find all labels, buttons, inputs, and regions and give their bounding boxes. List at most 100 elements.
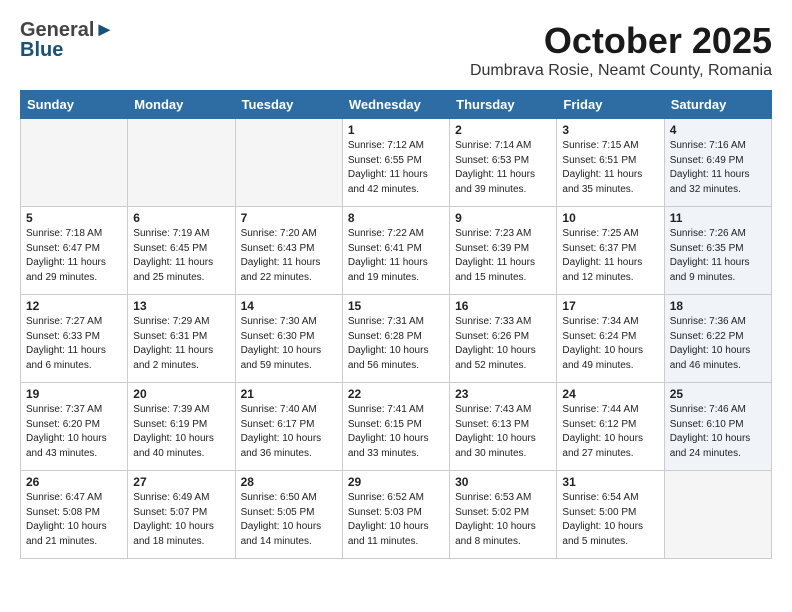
day-cell: 30 Sunrise: 6:53 AM Sunset: 5:02 PM Dayli… xyxy=(450,471,557,559)
day-cell: 4 Sunrise: 7:16 AM Sunset: 6:49 PM Daylig… xyxy=(664,119,771,207)
day-info: Sunrise: 7:46 AM Sunset: 6:10 PM Dayligh… xyxy=(670,403,766,461)
day-number: 24 xyxy=(562,387,658,401)
day-info: Sunrise: 7:22 AM Sunset: 6:41 PM Dayligh… xyxy=(348,227,444,285)
day-number: 12 xyxy=(26,299,122,313)
day-number: 23 xyxy=(455,387,551,401)
day-cell: 10Sunrise: 7:25 AM Sunset: 6:37 PM Dayli… xyxy=(557,207,664,295)
day-number: 5 xyxy=(26,211,122,225)
day-number: 13 xyxy=(133,299,229,313)
day-cell: 11 Sunrise: 7:26 AM Sunset: 6:35 PM Dayli… xyxy=(664,207,771,295)
day-info: Sunrise: 6:53 AM Sunset: 5:02 PM Dayligh… xyxy=(455,491,551,549)
day-cell: 22 Sunrise: 7:41 AM Sunset: 6:15 PM Dayli… xyxy=(342,383,449,471)
day-info: Sunrise: 7:12 AM Sunset: 6:55 PM Dayligh… xyxy=(348,139,444,197)
day-info: Sunrise: 7:15 AM Sunset: 6:51 PM Dayligh… xyxy=(562,139,658,197)
day-cell: 2 Sunrise: 7:14 AM Sunset: 6:53 PM Daylig… xyxy=(450,119,557,207)
day-info: Sunrise: 7:14 AM Sunset: 6:53 PM Dayligh… xyxy=(455,139,551,197)
col-tuesday: Tuesday xyxy=(235,91,342,119)
day-info: Sunrise: 7:23 AM Sunset: 6:39 PM Dayligh… xyxy=(455,227,551,285)
day-cell: 6 Sunrise: 7:19 AM Sunset: 6:45 PM Daylig… xyxy=(128,207,235,295)
day-info: Sunrise: 7:26 AM Sunset: 6:35 PM Dayligh… xyxy=(670,227,766,285)
day-cell: 21Sunrise: 7:40 AM Sunset: 6:17 PM Dayli… xyxy=(235,383,342,471)
day-info: Sunrise: 7:33 AM Sunset: 6:26 PM Dayligh… xyxy=(455,315,551,373)
col-saturday: Saturday xyxy=(664,91,771,119)
day-number: 30 xyxy=(455,475,551,489)
logo-blue: Blue xyxy=(20,40,114,60)
header-row: SundayMondayTuesdayWednesdayThursdayFrid… xyxy=(21,91,772,119)
day-number: 25 xyxy=(670,387,766,401)
day-info: Sunrise: 7:29 AM Sunset: 6:31 PM Dayligh… xyxy=(133,315,229,373)
day-cell: 26Sunrise: 6:47 AM Sunset: 5:08 PM Dayli… xyxy=(21,471,128,559)
day-cell: 1Sunrise: 7:12 AM Sunset: 6:55 PM Daylig… xyxy=(342,119,449,207)
week-row-1: 1Sunrise: 7:12 AM Sunset: 6:55 PM Daylig… xyxy=(21,119,772,207)
day-number: 4 xyxy=(670,123,766,137)
day-cell: 15 Sunrise: 7:31 AM Sunset: 6:28 PM Dayli… xyxy=(342,295,449,383)
day-info: Sunrise: 7:25 AM Sunset: 6:37 PM Dayligh… xyxy=(562,227,658,285)
day-info: Sunrise: 6:49 AM Sunset: 5:07 PM Dayligh… xyxy=(133,491,229,549)
title-area: October 2025 Dumbrava Rosie, Neamt Count… xyxy=(470,20,772,80)
day-info: Sunrise: 7:34 AM Sunset: 6:24 PM Dayligh… xyxy=(562,315,658,373)
col-wednesday: Wednesday xyxy=(342,91,449,119)
header: General► Blue October 2025 Dumbrava Rosi… xyxy=(20,20,772,80)
day-cell: 23 Sunrise: 7:43 AM Sunset: 6:13 PM Dayli… xyxy=(450,383,557,471)
day-info: Sunrise: 7:30 AM Sunset: 6:30 PM Dayligh… xyxy=(241,315,337,373)
week-row-5: 26Sunrise: 6:47 AM Sunset: 5:08 PM Dayli… xyxy=(21,471,772,559)
logo-general: General► xyxy=(20,20,114,40)
day-number: 16 xyxy=(455,299,551,313)
day-cell: 25 Sunrise: 7:46 AM Sunset: 6:10 PM Dayli… xyxy=(664,383,771,471)
day-number: 8 xyxy=(348,211,444,225)
day-info: Sunrise: 6:47 AM Sunset: 5:08 PM Dayligh… xyxy=(26,491,122,549)
day-cell: 28Sunrise: 6:50 AM Sunset: 5:05 PM Dayli… xyxy=(235,471,342,559)
month-title: October 2025 xyxy=(470,20,772,62)
week-row-3: 12 Sunrise: 7:27 AM Sunset: 6:33 PM Dayli… xyxy=(21,295,772,383)
day-cell: 14 Sunrise: 7:30 AM Sunset: 6:30 PM Dayli… xyxy=(235,295,342,383)
day-cell: 19Sunrise: 7:37 AM Sunset: 6:20 PM Dayli… xyxy=(21,383,128,471)
day-number: 15 xyxy=(348,299,444,313)
location-title: Dumbrava Rosie, Neamt County, Romania xyxy=(470,62,772,80)
day-info: Sunrise: 7:16 AM Sunset: 6:49 PM Dayligh… xyxy=(670,139,766,197)
day-number: 9 xyxy=(455,211,551,225)
calendar-table: SundayMondayTuesdayWednesdayThursdayFrid… xyxy=(20,90,772,559)
day-number: 7 xyxy=(241,211,337,225)
day-cell: 9 Sunrise: 7:23 AM Sunset: 6:39 PM Daylig… xyxy=(450,207,557,295)
day-info: Sunrise: 7:43 AM Sunset: 6:13 PM Dayligh… xyxy=(455,403,551,461)
day-cell: 13 Sunrise: 7:29 AM Sunset: 6:31 PM Dayli… xyxy=(128,295,235,383)
day-number: 11 xyxy=(670,211,766,225)
day-cell: 7 Sunrise: 7:20 AM Sunset: 6:43 PM Daylig… xyxy=(235,207,342,295)
day-info: Sunrise: 7:20 AM Sunset: 6:43 PM Dayligh… xyxy=(241,227,337,285)
day-cell: 17 Sunrise: 7:34 AM Sunset: 6:24 PM Dayli… xyxy=(557,295,664,383)
day-number: 29 xyxy=(348,475,444,489)
day-info: Sunrise: 6:54 AM Sunset: 5:00 PM Dayligh… xyxy=(562,491,658,549)
day-info: Sunrise: 7:19 AM Sunset: 6:45 PM Dayligh… xyxy=(133,227,229,285)
day-number: 2 xyxy=(455,123,551,137)
day-cell: 16 Sunrise: 7:33 AM Sunset: 6:26 PM Dayli… xyxy=(450,295,557,383)
day-cell: 18Sunrise: 7:36 AM Sunset: 6:22 PM Dayli… xyxy=(664,295,771,383)
day-cell: 3Sunrise: 7:15 AM Sunset: 6:51 PM Daylig… xyxy=(557,119,664,207)
day-cell xyxy=(21,119,128,207)
day-info: Sunrise: 7:36 AM Sunset: 6:22 PM Dayligh… xyxy=(670,315,766,373)
day-cell xyxy=(235,119,342,207)
col-thursday: Thursday xyxy=(450,91,557,119)
day-info: Sunrise: 7:41 AM Sunset: 6:15 PM Dayligh… xyxy=(348,403,444,461)
logo: General► Blue xyxy=(20,20,114,60)
day-cell: 31Sunrise: 6:54 AM Sunset: 5:00 PM Dayli… xyxy=(557,471,664,559)
day-number: 17 xyxy=(562,299,658,313)
week-row-4: 19Sunrise: 7:37 AM Sunset: 6:20 PM Dayli… xyxy=(21,383,772,471)
day-cell: 20Sunrise: 7:39 AM Sunset: 6:19 PM Dayli… xyxy=(128,383,235,471)
day-info: Sunrise: 7:39 AM Sunset: 6:19 PM Dayligh… xyxy=(133,403,229,461)
day-number: 6 xyxy=(133,211,229,225)
day-info: Sunrise: 7:40 AM Sunset: 6:17 PM Dayligh… xyxy=(241,403,337,461)
day-cell xyxy=(128,119,235,207)
day-number: 19 xyxy=(26,387,122,401)
day-info: Sunrise: 7:31 AM Sunset: 6:28 PM Dayligh… xyxy=(348,315,444,373)
day-info: Sunrise: 7:44 AM Sunset: 6:12 PM Dayligh… xyxy=(562,403,658,461)
day-info: Sunrise: 6:50 AM Sunset: 5:05 PM Dayligh… xyxy=(241,491,337,549)
day-number: 22 xyxy=(348,387,444,401)
day-cell: 12 Sunrise: 7:27 AM Sunset: 6:33 PM Dayli… xyxy=(21,295,128,383)
day-cell: 8 Sunrise: 7:22 AM Sunset: 6:41 PM Daylig… xyxy=(342,207,449,295)
day-cell: 29Sunrise: 6:52 AM Sunset: 5:03 PM Dayli… xyxy=(342,471,449,559)
day-cell: 27 Sunrise: 6:49 AM Sunset: 5:07 PM Dayli… xyxy=(128,471,235,559)
day-info: Sunrise: 7:18 AM Sunset: 6:47 PM Dayligh… xyxy=(26,227,122,285)
day-number: 27 xyxy=(133,475,229,489)
day-info: Sunrise: 7:27 AM Sunset: 6:33 PM Dayligh… xyxy=(26,315,122,373)
day-number: 14 xyxy=(241,299,337,313)
